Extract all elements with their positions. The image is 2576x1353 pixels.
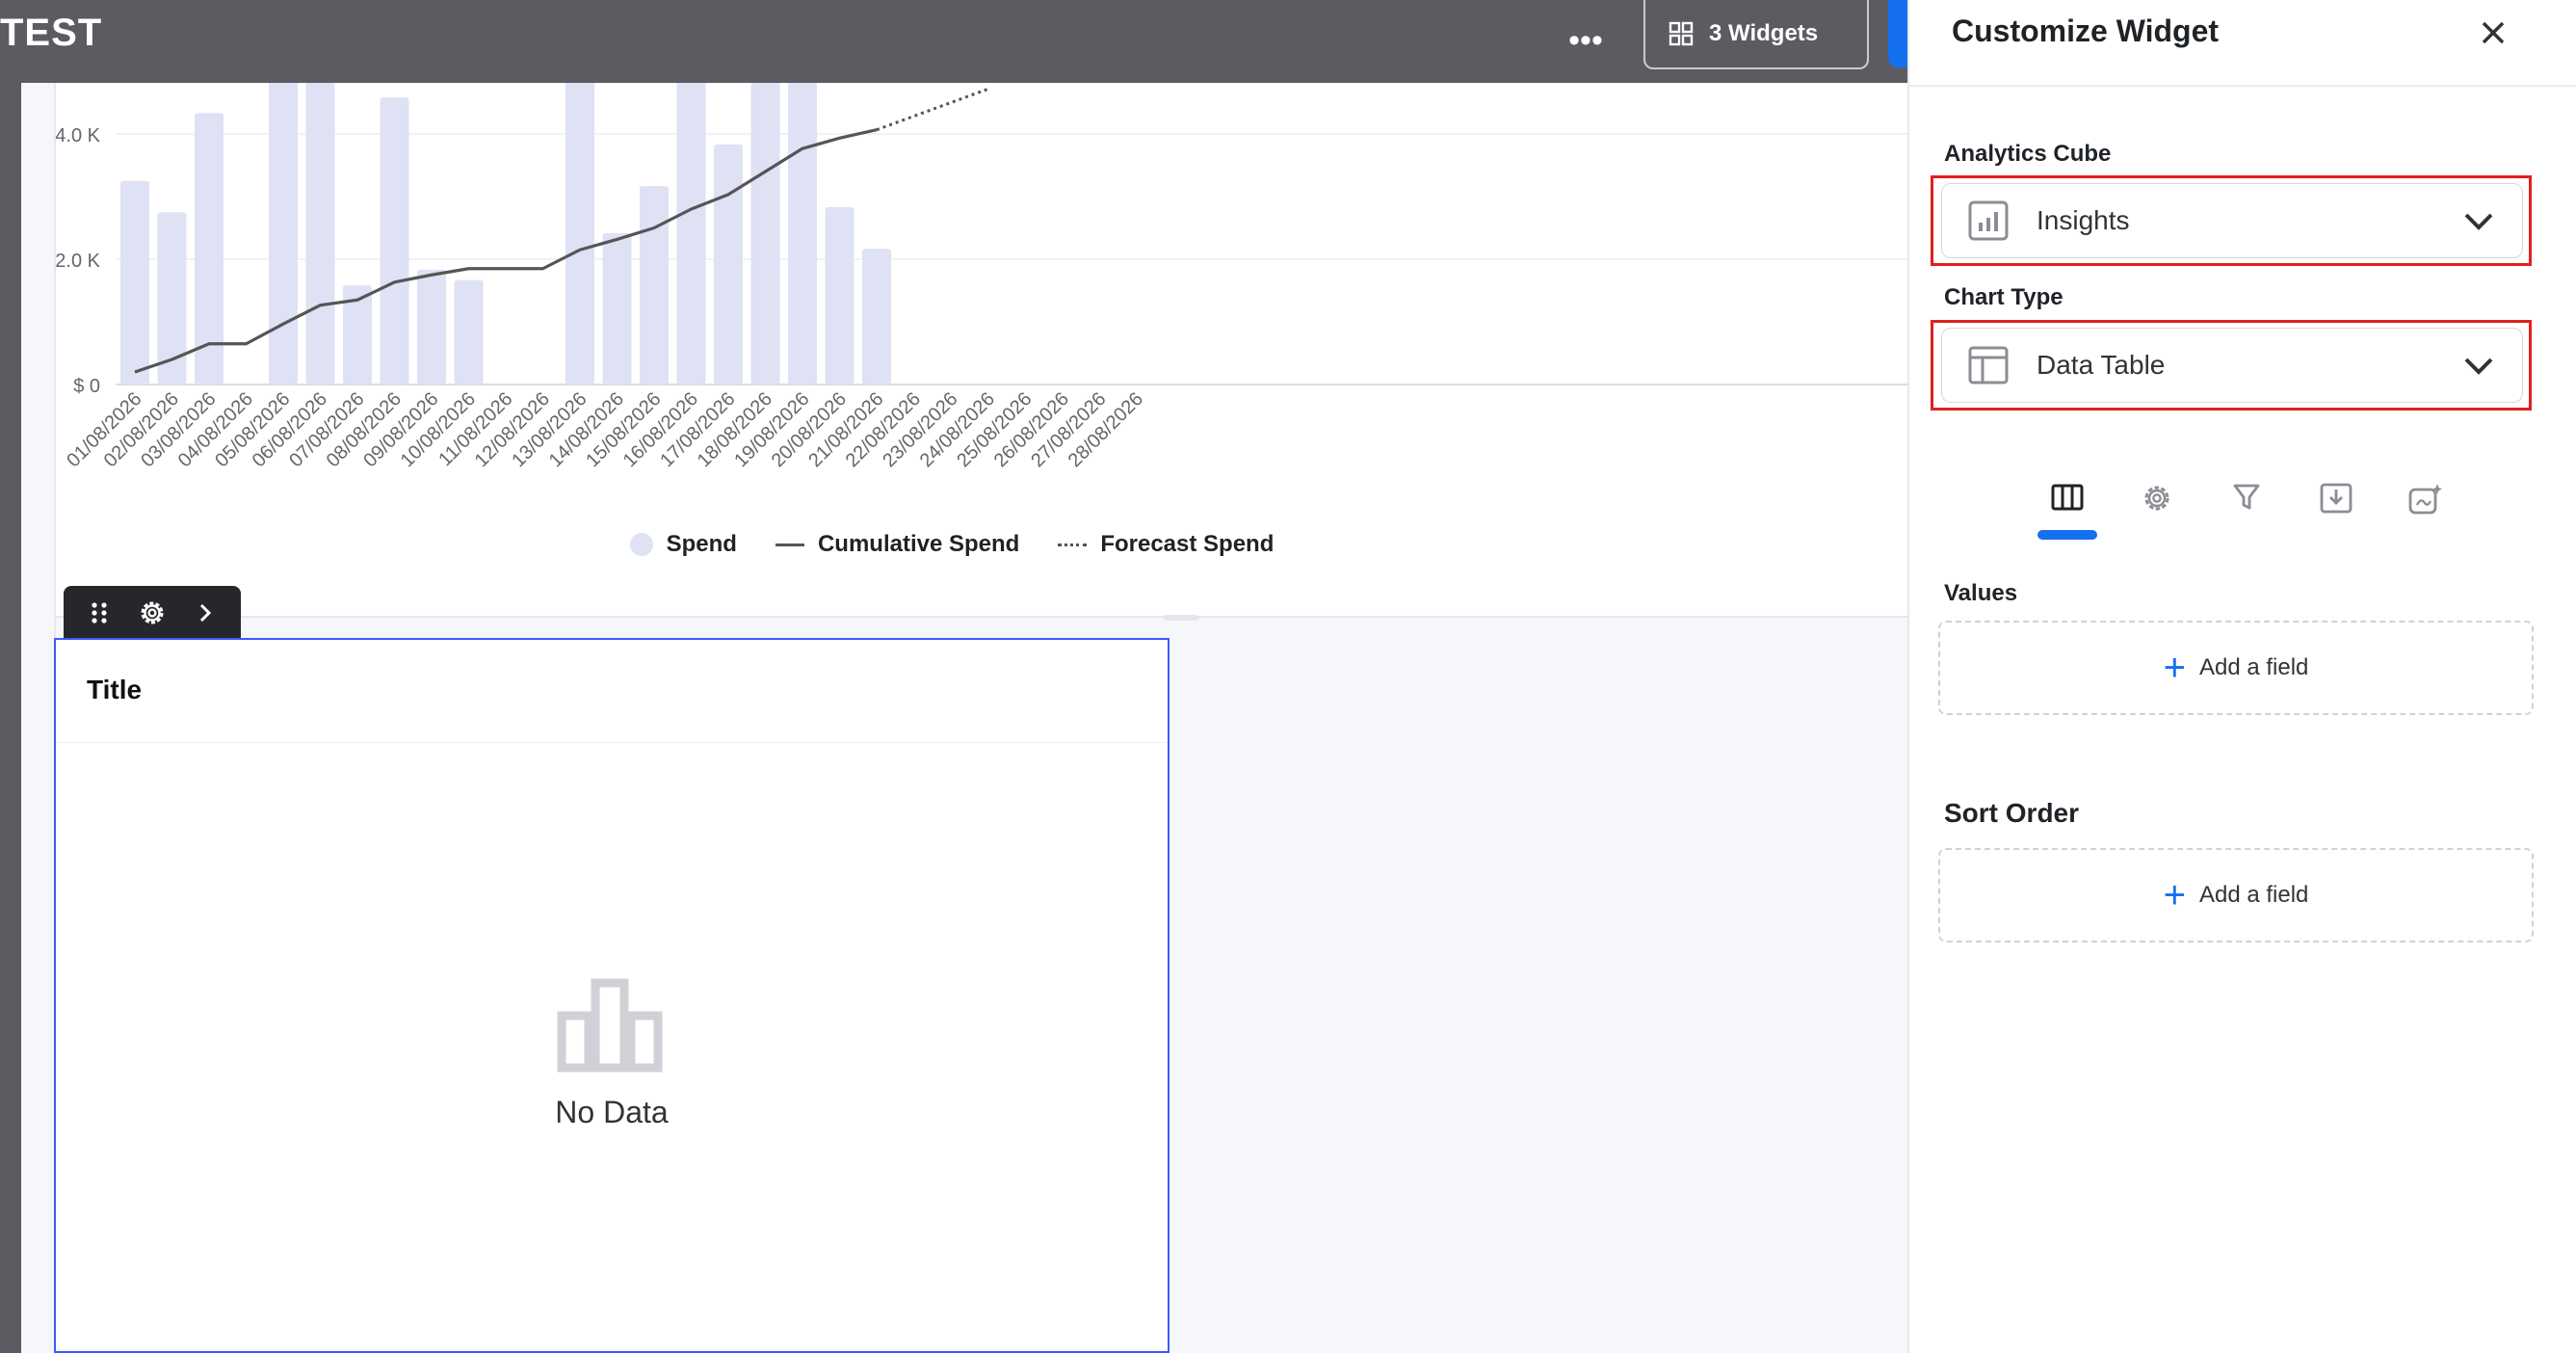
chart-type-label: Chart Type bbox=[1944, 284, 2063, 310]
spend-chart: $ 0$ 12.0 K$ 24.0 K01/08/202602/08/20260… bbox=[56, 83, 1907, 471]
columns-icon bbox=[2051, 484, 2084, 511]
more-options-button[interactable]: ••• bbox=[1559, 13, 1613, 67]
table-icon bbox=[1968, 346, 2009, 385]
active-tab-indicator bbox=[2037, 530, 2097, 540]
widgets-button[interactable]: 3 Widgets bbox=[1643, 0, 1869, 69]
analytics-cube-highlight: Insights bbox=[1931, 175, 2532, 266]
empty-chart-icon bbox=[557, 978, 663, 1073]
bar-spend bbox=[305, 83, 335, 385]
resize-handle[interactable] bbox=[1164, 615, 1198, 621]
panel-header-divider bbox=[1909, 85, 2576, 87]
download-icon bbox=[2320, 483, 2353, 514]
left-gutter bbox=[0, 83, 21, 1353]
sort-order-add-field-label: Add a field bbox=[2198, 882, 2309, 908]
bar-spend bbox=[602, 232, 632, 385]
legend-cumulative-marker bbox=[775, 543, 804, 546]
sort-order-label: Sort Order bbox=[1944, 798, 2080, 828]
chart-type-highlight: Data Table bbox=[1931, 320, 2532, 411]
legend-forecast-marker bbox=[1058, 543, 1088, 546]
drag-handle-icon[interactable] bbox=[80, 594, 118, 632]
bar-spend bbox=[380, 97, 409, 385]
chart-type-value: Data Table bbox=[2037, 350, 2166, 380]
chevron-right-icon[interactable] bbox=[186, 594, 224, 632]
tab-settings[interactable] bbox=[2124, 472, 2190, 540]
legend-spend-marker bbox=[629, 533, 653, 556]
gear-icon bbox=[2144, 486, 2169, 511]
y-tick-label: $ 0 bbox=[73, 376, 100, 397]
chevron-down-icon bbox=[2464, 358, 2493, 375]
tab-columns[interactable] bbox=[2035, 472, 2100, 540]
bar-spend bbox=[676, 83, 706, 385]
bar-spend bbox=[640, 186, 669, 385]
close-icon[interactable] bbox=[2474, 13, 2512, 52]
ai-sparkle-icon bbox=[2408, 484, 2442, 515]
legend-forecast-label: Forecast Spend bbox=[1100, 531, 1275, 557]
y-tick-label: $ 12.0 K bbox=[56, 251, 101, 272]
chart-legend: Spend Cumulative Spend Forecast Spend bbox=[56, 531, 1848, 558]
legend-forecast-spend[interactable]: Forecast Spend bbox=[1058, 531, 1274, 558]
chevron-down-icon bbox=[2464, 213, 2493, 230]
top-bar: TEST ••• 3 Widgets bbox=[0, 0, 1907, 83]
line-forecast-spend bbox=[876, 88, 989, 132]
analytics-cube-value: Insights bbox=[2037, 205, 2130, 235]
values-add-field-label: Add a field bbox=[2198, 654, 2309, 680]
bar-spend bbox=[788, 83, 817, 385]
bar-spend bbox=[454, 279, 484, 385]
bar-spend bbox=[862, 249, 891, 385]
analytics-cube-icon bbox=[1968, 200, 2009, 241]
sort-order-add-field[interactable]: + Add a field bbox=[1938, 848, 2534, 942]
spend-chart-widget: $ 0$ 12.0 K$ 24.0 K01/08/202602/08/20260… bbox=[56, 83, 1907, 618]
bar-spend bbox=[825, 206, 854, 385]
widgets-button-label: 3 Widgets bbox=[1709, 20, 1819, 46]
analytics-cube-label: Analytics Cube bbox=[1944, 141, 2112, 167]
primary-action-button-edge[interactable] bbox=[1888, 0, 1907, 67]
settings-tabs bbox=[2035, 472, 2458, 540]
bar-spend bbox=[417, 269, 446, 385]
legend-cumulative-spend[interactable]: Cumulative Spend bbox=[775, 531, 1019, 558]
plus-icon: + bbox=[2163, 874, 2186, 916]
chart-type-select[interactable]: Data Table bbox=[1941, 328, 2523, 403]
filter-icon bbox=[2233, 484, 2260, 510]
widgets-grid-icon bbox=[1669, 21, 1694, 46]
tab-filter[interactable] bbox=[2214, 472, 2279, 540]
gear-icon[interactable] bbox=[133, 594, 171, 632]
legend-cumulative-label: Cumulative Spend bbox=[817, 531, 1020, 557]
customize-widget-panel: Customize Widget Analytics Cube Insights… bbox=[1907, 0, 2576, 1353]
tab-ai[interactable] bbox=[2393, 472, 2458, 540]
values-label: Values bbox=[1944, 580, 2018, 606]
y-tick-label: $ 24.0 K bbox=[56, 125, 101, 146]
panel-title: Customize Widget bbox=[1952, 13, 2220, 48]
bar-spend bbox=[120, 180, 149, 385]
widget-title-divider bbox=[56, 742, 1168, 743]
widget-toolbar bbox=[64, 586, 241, 640]
bar-spend bbox=[565, 83, 594, 385]
legend-spend-label: Spend bbox=[666, 531, 737, 557]
tab-download[interactable] bbox=[2303, 472, 2369, 540]
legend-spend[interactable]: Spend bbox=[629, 531, 737, 558]
bar-spend bbox=[269, 83, 298, 385]
data-table-widget[interactable]: Title No Data bbox=[54, 638, 1170, 1353]
bar-spend bbox=[714, 144, 743, 385]
values-add-field[interactable]: + Add a field bbox=[1938, 621, 2534, 715]
widget-title: Title bbox=[87, 675, 143, 704]
bar-spend bbox=[750, 83, 780, 385]
plus-icon: + bbox=[2163, 647, 2186, 689]
no-data-message: No Data bbox=[555, 1095, 669, 1129]
dashboard-canvas-empty bbox=[1170, 618, 1907, 1353]
dashboard-title: TEST bbox=[0, 12, 103, 54]
analytics-cube-select[interactable]: Insights bbox=[1941, 183, 2523, 258]
